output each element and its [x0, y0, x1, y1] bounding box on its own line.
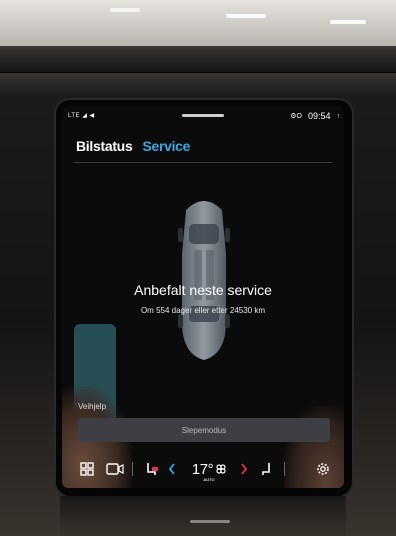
chevron-right-icon[interactable]: [238, 460, 250, 478]
seat-heat-left-icon[interactable]: [142, 460, 162, 478]
roadside-label: Veihjelp: [78, 402, 107, 411]
climate-bar: 17° AUTO: [62, 454, 344, 484]
network-indicator: LTE ◢ ◀: [68, 113, 95, 119]
settings-gear-icon[interactable]: [314, 460, 332, 478]
car-ceiling: [0, 0, 396, 46]
temperature-value: 17°: [191, 460, 214, 478]
status-extra-icon: ↑: [336, 112, 341, 120]
fan-icon: [216, 464, 226, 474]
tab-service[interactable]: Service: [142, 138, 190, 154]
separator: [132, 462, 133, 476]
ceiling-light: [226, 14, 266, 18]
dashboard-bottom: [60, 496, 346, 536]
separator: [284, 462, 285, 476]
service-subtitle: Om 554 dager eller etter 24530 km: [140, 306, 266, 315]
tab-bar: Bilstatus Service: [76, 138, 190, 154]
camera-icon[interactable]: [104, 460, 126, 478]
temperature-control[interactable]: 17° AUTO: [184, 460, 234, 482]
ceiling-light: [330, 20, 366, 24]
ceiling-light: [110, 8, 140, 12]
clock: 09:54: [307, 111, 331, 121]
dashboard-top: [0, 46, 396, 73]
chevron-left-icon[interactable]: [166, 460, 178, 478]
seat-heat-right-icon[interactable]: [256, 460, 276, 478]
auto-mode-label: AUTO: [203, 477, 215, 482]
tow-mode-button[interactable]: Slepemodus: [78, 418, 330, 442]
status-bar: LTE ◢ ◀ ⚙O 09:54 ↑: [62, 106, 344, 128]
infotainment-screen: LTE ◢ ◀ ⚙O 09:54 ↑ Bilstatus Service Anb: [62, 106, 344, 488]
tab-divider: [74, 162, 332, 163]
chrome-trim: [190, 520, 230, 523]
car-topview-image: [178, 201, 230, 360]
apps-grid-icon[interactable]: [78, 460, 96, 478]
service-title: Anbefalt neste service: [134, 282, 272, 298]
status-icons: ⚙O: [290, 113, 302, 120]
tab-bilstatus[interactable]: Bilstatus: [76, 138, 133, 154]
pull-down-handle[interactable]: [182, 114, 224, 117]
